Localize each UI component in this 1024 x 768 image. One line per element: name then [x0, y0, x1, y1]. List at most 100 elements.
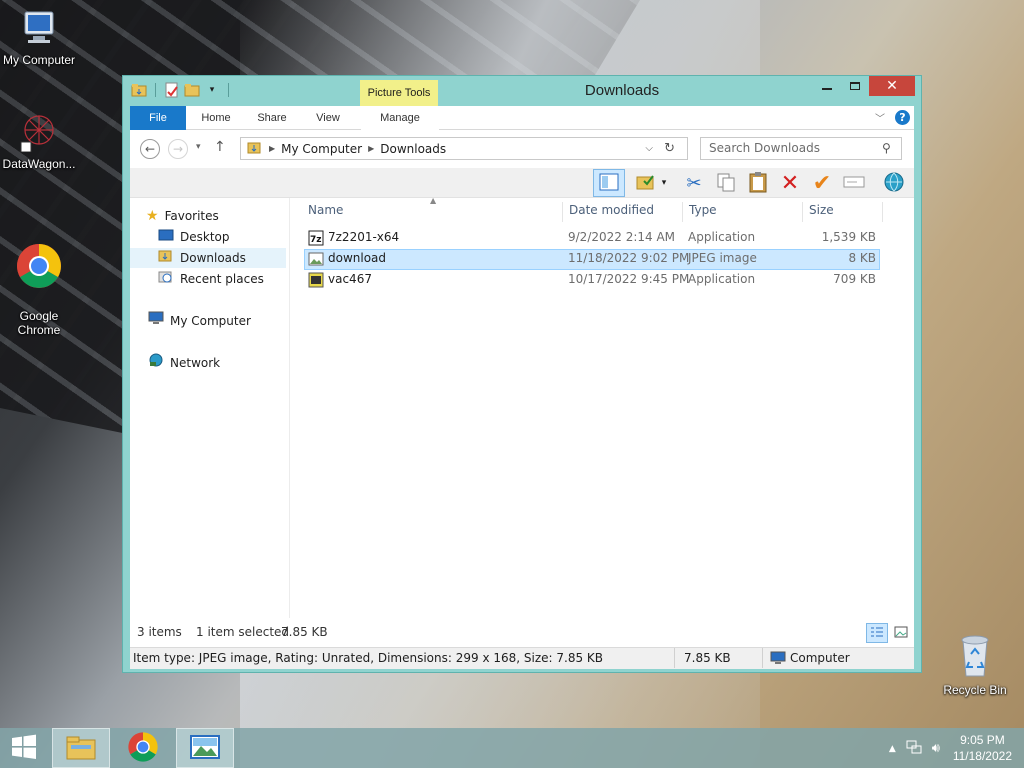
- desktop-icon-label: Recycle Bin: [943, 683, 1007, 697]
- search-icon[interactable]: ⚲: [882, 141, 891, 155]
- breadcrumb-my-computer[interactable]: My Computer: [281, 142, 362, 156]
- column-header-type[interactable]: Type: [689, 203, 717, 217]
- preview-pane-button[interactable]: [593, 169, 625, 197]
- nav-downloads[interactable]: Downloads: [130, 248, 286, 268]
- computer-icon: [148, 311, 164, 331]
- details-view-button[interactable]: [866, 623, 888, 643]
- nav-my-computer[interactable]: My Computer: [148, 311, 251, 331]
- desktop-icon-google-chrome[interactable]: Google Chrome: [0, 214, 78, 351]
- column-header-size[interactable]: Size: [809, 203, 834, 217]
- file-explorer-icon: [65, 733, 97, 764]
- address-dropdown-icon[interactable]: ⌵: [645, 143, 653, 154]
- taskbar-file-explorer[interactable]: [52, 728, 110, 768]
- minimize-button[interactable]: [813, 76, 841, 96]
- computer-icon: [0, 8, 78, 51]
- breadcrumb-downloads[interactable]: Downloads: [380, 142, 446, 156]
- tab-home[interactable]: Home: [190, 106, 242, 130]
- file-name: 7z2201-x64: [328, 230, 400, 244]
- back-button[interactable]: ←: [140, 139, 160, 159]
- nav-desktop[interactable]: Desktop: [158, 227, 230, 247]
- nav-recent-places[interactable]: Recent places: [158, 269, 264, 289]
- close-icon: ✕: [886, 78, 898, 94]
- desktop-icon-my-computer[interactable]: My Computer: [0, 8, 78, 67]
- desktop-icon-label: DataWagon...: [2, 157, 76, 171]
- taskbar-photo-viewer[interactable]: [176, 728, 234, 768]
- column-divider[interactable]: [682, 202, 683, 222]
- column-divider[interactable]: [802, 202, 803, 222]
- file-date: 10/17/2022 9:45 PM: [568, 272, 690, 286]
- file-row[interactable]: vac467 10/17/2022 9:45 PM Application 70…: [304, 270, 880, 291]
- expand-ribbon-icon[interactable]: ﹀: [875, 110, 885, 125]
- tab-view[interactable]: View: [302, 106, 354, 130]
- title-bar[interactable]: ▾ Picture Tools Downloads ✕: [123, 76, 921, 106]
- maximize-icon: [850, 82, 860, 90]
- nav-recent-places-label: Recent places: [180, 272, 264, 286]
- tab-manage[interactable]: Manage: [361, 106, 439, 130]
- up-arrow-icon[interactable]: ↑: [214, 139, 226, 155]
- file-row[interactable]: download 11/18/2022 9:02 PM JPEG image 8…: [304, 249, 880, 270]
- taskbar-chrome[interactable]: [114, 728, 172, 768]
- file-row[interactable]: 7z 7z2201-x64 9/2/2022 2:14 AM Applicati…: [304, 228, 880, 249]
- copy-button[interactable]: [714, 171, 738, 195]
- star-icon: ★: [146, 208, 159, 224]
- column-header-date-modified[interactable]: Date modified: [569, 203, 654, 217]
- details-location: Computer: [790, 651, 850, 665]
- file-size: 709 KB: [833, 272, 876, 286]
- folder-icon: [247, 140, 263, 157]
- cut-button[interactable]: ✂: [682, 171, 706, 195]
- tab-share[interactable]: Share: [246, 106, 298, 130]
- details-divider: [674, 648, 675, 668]
- navigation-pane: ★ Favorites Desktop Downloads Recent pla…: [130, 198, 290, 618]
- window-title: Downloads: [584, 82, 660, 99]
- large-icons-view-button[interactable]: [890, 623, 912, 643]
- folder-check-icon: [635, 172, 657, 195]
- breadcrumb-separator-icon: ▶: [269, 144, 276, 153]
- status-bar: 3 items 1 item selected 7.85 KB: [130, 622, 914, 646]
- properties-button[interactable]: [842, 171, 866, 195]
- refresh-icon[interactable]: ↻: [664, 141, 675, 156]
- volume-icon[interactable]: 🔊︎: [932, 741, 940, 756]
- column-divider[interactable]: [882, 202, 883, 222]
- nav-favorites[interactable]: ★ Favorites: [146, 206, 219, 226]
- tab-file[interactable]: File: [130, 106, 186, 130]
- address-row: ← → ▾ ↑ ▶ My Computer ▶ Downloads ⌵ ↻ Se…: [130, 130, 914, 168]
- rename-button[interactable]: ✔: [810, 171, 834, 196]
- close-button[interactable]: ✕: [869, 76, 915, 96]
- open-button[interactable]: [882, 171, 906, 195]
- file-date: 9/2/2022 2:14 AM: [568, 230, 676, 244]
- details-info: Item type: JPEG image, Rating: Unrated, …: [133, 651, 604, 665]
- search-input[interactable]: Search Downloads: [700, 137, 902, 160]
- nav-network-label: Network: [170, 356, 221, 370]
- delete-button[interactable]: ✕: [778, 171, 802, 196]
- paste-button[interactable]: [746, 171, 770, 195]
- help-icon[interactable]: ?: [895, 110, 910, 125]
- desktop-icon: [158, 227, 174, 247]
- desktop-icon-recycle-bin[interactable]: Recycle Bin: [936, 632, 1014, 697]
- image-file-icon: [308, 251, 324, 270]
- ribbon-right-controls: ﹀ ?: [875, 110, 910, 125]
- desktop-icon-datawagon[interactable]: DataWagon...: [0, 112, 78, 171]
- recent-locations-chevron-icon[interactable]: ▾: [196, 142, 201, 152]
- nav-network[interactable]: Network: [148, 353, 220, 373]
- forward-button[interactable]: →: [168, 139, 188, 159]
- file-type: Application: [688, 272, 756, 286]
- recent-places-icon: [158, 269, 174, 289]
- network-status-icon[interactable]: [906, 740, 922, 757]
- maximize-button[interactable]: [841, 76, 869, 96]
- large-icons-view-icon: [894, 626, 908, 641]
- recycle-bin-icon: [936, 632, 1014, 681]
- file-size: 8 KB: [848, 251, 876, 265]
- column-header-name[interactable]: Name: [308, 203, 343, 217]
- address-bar[interactable]: ▶ My Computer ▶ Downloads ⌵ ↻: [240, 137, 688, 160]
- start-button[interactable]: [0, 728, 48, 768]
- network-icon: [148, 353, 164, 373]
- show-hidden-icons-chevron-icon[interactable]: ▲: [889, 744, 896, 754]
- column-divider[interactable]: [562, 202, 563, 222]
- downloads-folder-icon: [158, 248, 174, 268]
- folder-options-button[interactable]: [634, 171, 658, 195]
- clock-date: 11/18/2022: [952, 749, 1012, 763]
- clock[interactable]: 9:05 PM 11/18/2022: [953, 732, 1012, 764]
- window-controls: ✕: [813, 76, 915, 96]
- chrome-icon: [0, 228, 78, 293]
- chevron-down-icon[interactable]: ▾: [658, 171, 670, 195]
